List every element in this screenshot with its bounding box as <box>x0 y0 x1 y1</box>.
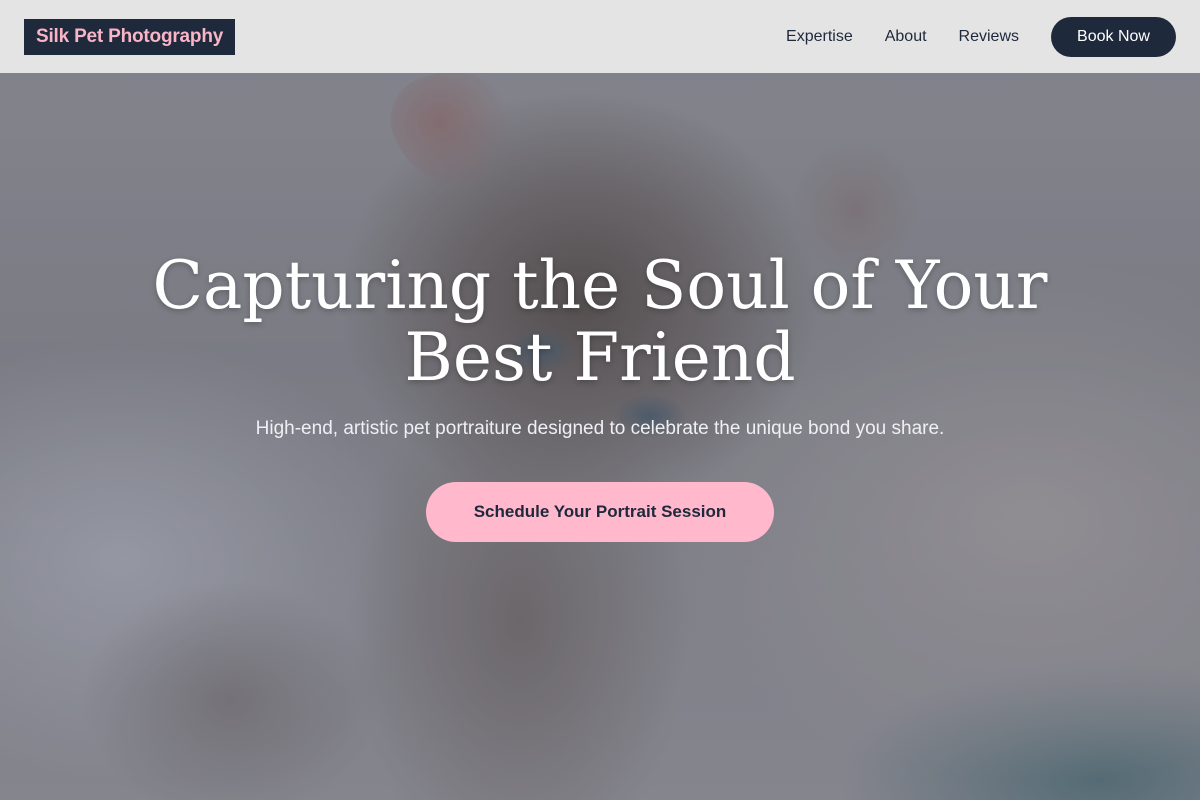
site-header: Silk Pet Photography Expertise About Rev… <box>0 0 1200 73</box>
schedule-session-button[interactable]: Schedule Your Portrait Session <box>426 482 774 542</box>
main-nav: Expertise About Reviews Book Now <box>786 16 1176 57</box>
hero-title: Capturing the Soul of Your Best Friend <box>152 247 1048 396</box>
hero-content: Capturing the Soul of Your Best Friend H… <box>0 250 1200 542</box>
book-now-button[interactable]: Book Now <box>1051 16 1176 57</box>
site-logo[interactable]: Silk Pet Photography <box>24 18 236 55</box>
hero-subtitle: High-end, artistic pet portraiture desig… <box>255 418 945 439</box>
nav-link-about[interactable]: About <box>885 28 927 46</box>
nav-link-reviews[interactable]: Reviews <box>959 28 1019 46</box>
nav-link-expertise[interactable]: Expertise <box>786 28 853 46</box>
